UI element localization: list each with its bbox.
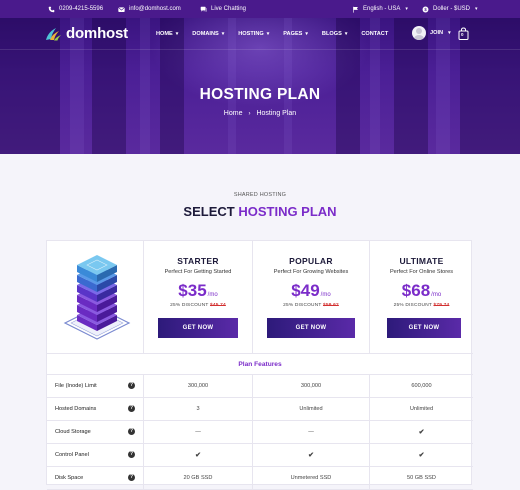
plan-price: $49/mo	[291, 281, 331, 300]
plan-name: POPULAR	[289, 256, 333, 266]
join-button[interactable]: JOIN ▾	[412, 26, 451, 40]
cart-count: 0	[461, 32, 464, 37]
table-row: Hosted Domains ? 3 Unlimited Unlimited	[47, 398, 473, 421]
nav-menu: HOME ▾ DOMAINS ▾ HOSTING ▾ PAGES ▾ BLOGS ▾ CO…	[156, 18, 402, 50]
currency-selector[interactable]: $ Doller - $USD ▾	[422, 0, 478, 18]
table-row: Disk Space ? 20 GB SSD Unmetered SSD 50 …	[47, 467, 473, 490]
get-now-button-popular[interactable]: GET NOW	[267, 318, 355, 338]
feature-value: Unlimited	[299, 406, 323, 412]
brand-logo[interactable]: domhost	[44, 25, 128, 42]
phone-contact[interactable]: 0209-4215-5596	[48, 0, 103, 18]
get-now-button-ultimate[interactable]: GET NOW	[387, 318, 461, 338]
plan-discount: 25% DISCOUNT $45.74	[170, 303, 226, 308]
plan-price: $35/mo	[178, 281, 218, 300]
breadcrumb: Home › Hosting Plan	[0, 110, 520, 117]
table-row: File (Inode) Limit ? 300,000 300,000 600…	[47, 375, 473, 398]
chevron-down-icon: ▾	[266, 31, 270, 37]
plan-subtitle: Perfect For Growing Websites	[273, 269, 349, 275]
feature-value: Unmetered SSD	[290, 475, 332, 481]
pricing-table: STARTER Perfect For Getting Started $35/…	[46, 240, 473, 490]
join-label: JOIN	[430, 30, 444, 36]
feature-value: 3	[196, 406, 200, 412]
plan-name: ULTIMATE	[399, 256, 444, 266]
nav-item-home[interactable]: HOME ▾	[156, 31, 178, 37]
chat-icon	[200, 6, 207, 13]
language-selector[interactable]: English - USA ▾	[352, 0, 408, 18]
logo-icon	[46, 27, 61, 40]
help-icon[interactable]: ?	[128, 451, 135, 458]
plan-popular: POPULAR Perfect For Growing Websites $49…	[253, 241, 369, 353]
language-label: English - USA	[363, 6, 401, 12]
flag-icon	[352, 6, 359, 13]
phone-number: 0209-4215-5596	[59, 6, 104, 12]
feature-label: Hosted Domains	[55, 406, 97, 412]
plan-price: $68/mo	[401, 281, 442, 300]
user-icon	[412, 26, 426, 40]
feature-value: 300,000	[187, 383, 209, 389]
plan-discount: 25% DISCOUNT $79.74	[393, 303, 450, 308]
nav-item-contact[interactable]: CONTACT	[361, 31, 388, 37]
chevron-down-icon: ▾	[305, 31, 308, 37]
chevron-down-icon: ▾	[475, 6, 478, 12]
plan-ultimate: ULTIMATE Perfect For Online Stores $68/m…	[370, 241, 473, 353]
check-icon: ✔	[308, 452, 314, 459]
email-contact[interactable]: info@domhost.com	[118, 0, 181, 18]
chevron-right-icon: ›	[248, 111, 251, 117]
server-illustration	[63, 255, 131, 340]
feature-value: 50 GB SSD	[407, 475, 436, 481]
feature-value: 600,000	[411, 383, 432, 389]
brand-name: domhost	[66, 25, 128, 42]
chevron-down-icon: ▾	[344, 31, 348, 37]
feature-value: —	[195, 429, 201, 435]
nav-item-pages[interactable]: PAGES ▾	[283, 31, 308, 37]
plan-subtitle: Perfect For Online Stores	[389, 269, 454, 275]
table-row: Cloud Storage ? — — ✔	[47, 421, 473, 444]
check-icon: ✔	[418, 429, 425, 436]
nav-item-domains[interactable]: DOMAINS ▾	[192, 31, 224, 37]
table-row: Control Panel ? ✔ ✔ ✔	[47, 444, 473, 467]
phone-icon	[48, 6, 55, 13]
plan-subtitle: Perfect For Getting Started	[164, 269, 232, 275]
nav-item-hosting[interactable]: HOSTING ▾	[238, 31, 269, 37]
chevron-down-icon: ▾	[405, 6, 408, 12]
chevron-down-icon: ▾	[448, 30, 451, 36]
help-icon[interactable]: ?	[128, 428, 135, 435]
chevron-down-icon: ▾	[175, 31, 179, 37]
chat-label: Live Chatting	[211, 6, 247, 12]
section-eyebrow: SHARED HOSTING	[233, 192, 287, 198]
feature-value: —	[308, 429, 314, 435]
cart-button[interactable]: 0	[458, 27, 469, 45]
breadcrumb-current: Hosting Plan	[256, 110, 297, 117]
plan-features-heading: Plan Features	[47, 353, 473, 375]
chevron-down-icon: ▾	[221, 31, 225, 37]
check-icon: ✔	[195, 452, 201, 459]
email-address: info@domhost.com	[129, 6, 181, 12]
breadcrumb-home[interactable]: Home	[224, 110, 243, 117]
feature-label: File (Inode) Limit	[55, 383, 97, 389]
help-icon[interactable]: ?	[128, 405, 135, 412]
nav-item-blogs[interactable]: BLOGS ▾	[322, 31, 347, 37]
live-chat-link[interactable]: Live Chatting	[200, 0, 246, 18]
plan-starter: STARTER Perfect For Getting Started $35/…	[144, 241, 252, 353]
feature-label: Control Panel	[55, 452, 89, 458]
feature-value: 300,000	[300, 383, 322, 389]
feature-label: Disk Space	[55, 475, 84, 481]
currency-icon: $	[422, 6, 429, 13]
section-title: SELECT HOSTING PLAN	[183, 204, 337, 219]
plan-name: STARTER	[177, 256, 219, 266]
top-bar: 0209-4215-5596 info@domhost.com Live Cha…	[0, 0, 520, 18]
main-nav: domhost HOME ▾ DOMAINS ▾ HOSTING ▾ PAGES ▾ B…	[0, 18, 520, 50]
help-icon[interactable]: ?	[128, 382, 135, 389]
currency-label: Doller - $USD	[433, 6, 471, 12]
feature-value: 20 GB SSD	[183, 475, 213, 481]
page-title: HOSTING PLAN	[199, 86, 321, 103]
feature-label: Cloud Storage	[55, 429, 91, 435]
plan-discount: 25% DISCOUNT $59.62	[283, 303, 339, 308]
check-icon: ✔	[418, 452, 425, 459]
mail-icon	[118, 6, 125, 13]
feature-value: Unlimited	[409, 406, 434, 412]
get-now-button-starter[interactable]: GET NOW	[158, 318, 238, 338]
